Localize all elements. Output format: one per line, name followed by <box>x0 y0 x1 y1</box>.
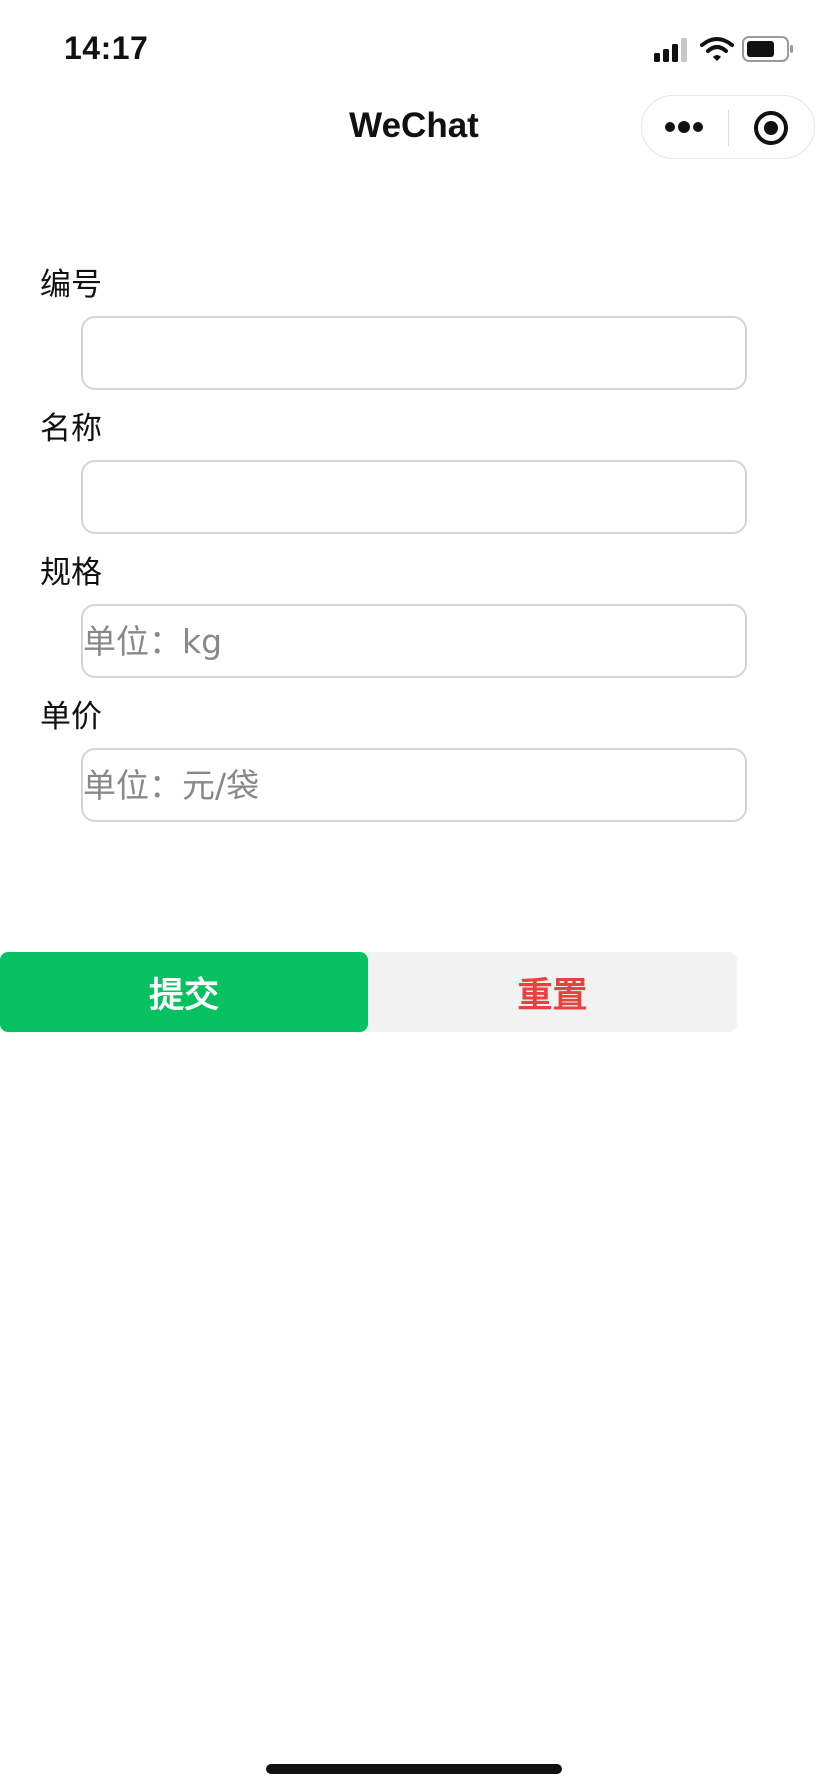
field-label-number: 编号 <box>40 267 102 303</box>
field-label-name: 名称 <box>40 411 102 447</box>
status-time: 14:17 <box>64 30 149 66</box>
close-miniprogram-icon[interactable] <box>729 96 815 158</box>
spec-input[interactable] <box>81 604 747 678</box>
capsule-menu <box>641 95 815 159</box>
name-input[interactable] <box>81 460 747 534</box>
price-input[interactable] <box>81 748 747 822</box>
field-label-price: 单价 <box>40 699 102 735</box>
home-indicator[interactable] <box>266 1764 562 1774</box>
number-input[interactable] <box>81 316 747 390</box>
wifi-icon <box>700 37 734 61</box>
more-icon[interactable] <box>642 96 728 158</box>
submit-button[interactable]: 提交 <box>0 952 368 1032</box>
field-label-spec: 规格 <box>40 555 102 591</box>
reset-button[interactable]: 重置 <box>368 952 737 1032</box>
battery-icon <box>742 36 793 62</box>
signal-icon <box>654 38 687 62</box>
status-bar: 14:17 <box>0 0 828 92</box>
